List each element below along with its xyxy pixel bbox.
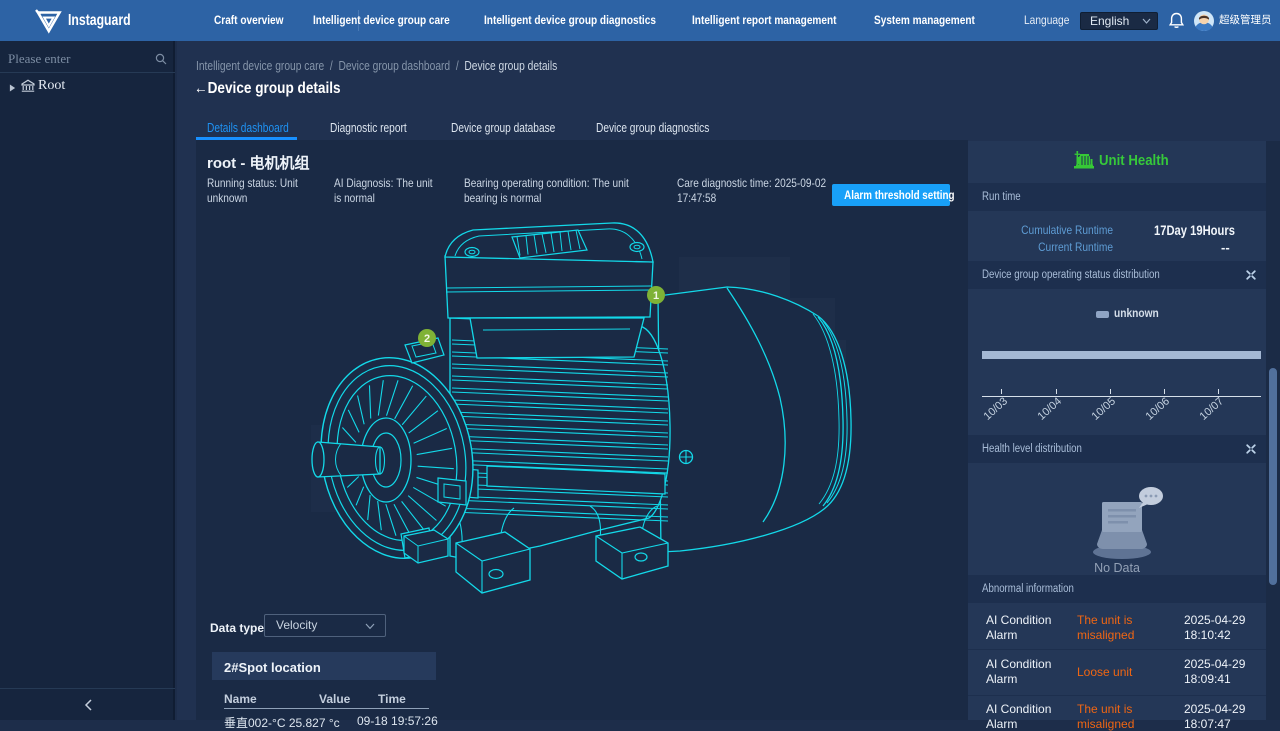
svg-text:2: 2: [424, 333, 430, 345]
svg-text:1: 1: [653, 290, 659, 302]
